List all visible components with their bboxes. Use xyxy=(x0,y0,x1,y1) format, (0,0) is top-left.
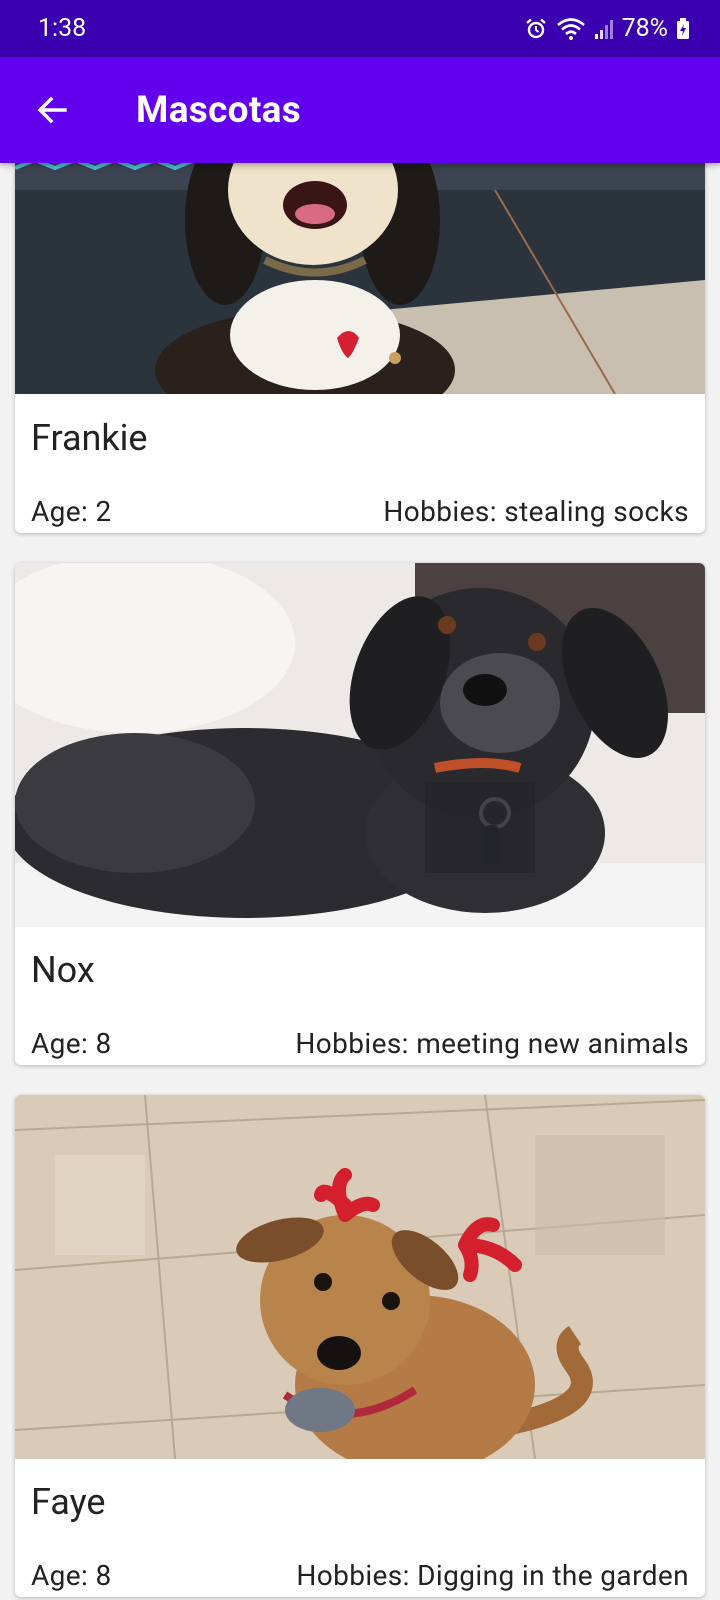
pet-photo xyxy=(15,1095,705,1459)
status-bar: 1:38 78% xyxy=(0,0,720,57)
back-button[interactable] xyxy=(26,84,78,136)
pet-name: Nox xyxy=(31,949,95,991)
alarm-icon xyxy=(524,17,548,41)
pet-hobbies: Hobbies: Digging in the garden xyxy=(296,1559,689,1592)
pet-hobbies: Hobbies: stealing socks xyxy=(383,495,689,528)
wifi-icon xyxy=(556,17,586,41)
pet-age: Age: 2 xyxy=(31,495,112,528)
battery-charging-icon xyxy=(676,17,690,40)
arrow-back-icon xyxy=(37,96,67,124)
pet-age: Age: 8 xyxy=(31,1559,112,1592)
battery-percent: 78% xyxy=(621,14,668,43)
page-title: Mascotas xyxy=(136,88,302,132)
pet-card[interactable]: Faye Age: 8 Hobbies: Digging in the gard… xyxy=(15,1095,705,1597)
signal-icon xyxy=(594,18,614,40)
pet-photo xyxy=(15,563,705,927)
pet-age: Age: 8 xyxy=(31,1027,112,1060)
status-time: 1:38 xyxy=(38,14,87,43)
pet-name: Faye xyxy=(31,1481,106,1523)
status-icons: 78% xyxy=(524,14,690,43)
pet-name: Frankie xyxy=(31,417,148,459)
pet-hobbies: Hobbies: meeting new animals xyxy=(295,1027,689,1060)
pet-card[interactable]: Frankie Age: 2 Hobbies: stealing socks xyxy=(15,110,705,533)
app-bar: Mascotas xyxy=(0,57,720,163)
pet-card[interactable]: Nox Age: 8 Hobbies: meeting new animals xyxy=(15,563,705,1065)
